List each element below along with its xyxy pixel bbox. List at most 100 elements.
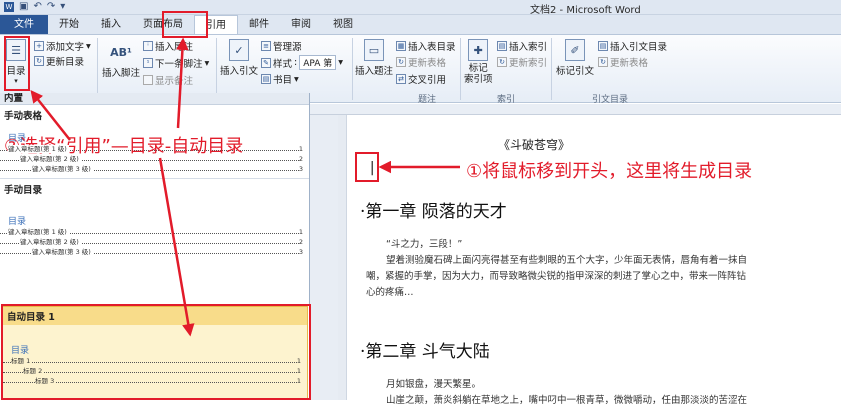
toc-preview-heading: 目录	[8, 217, 27, 227]
auto-toc-highlight-box	[1, 304, 311, 400]
tab-view[interactable]: 视图	[322, 15, 364, 34]
vertical-ruler[interactable]	[338, 115, 347, 400]
ribbon-tabs: 文件 开始 插入 页面布局 引用 邮件 审阅 视图	[0, 15, 841, 35]
show-notes-label: 显示备注	[155, 76, 194, 87]
tab-insert[interactable]: 插入	[90, 15, 132, 34]
add-text-icon: +	[34, 41, 44, 51]
next-footnote-label: 下一条脚注	[155, 59, 203, 70]
toc-line: 键入章标题(第 2 级) 2	[0, 237, 309, 247]
update-toa-label: 更新表格	[610, 58, 649, 69]
ch2-paragraph-line-2: 山崖之颠，萧炎斜躺在草地之上，嘴中叼中一根青草，微微嚼动，任由那淡淡的苦涩在	[386, 395, 748, 406]
manage-sources-icon: ≡	[261, 41, 271, 51]
save-icon[interactable]: ▣	[19, 1, 28, 12]
qat-dropdown-icon[interactable]: ▾	[60, 1, 65, 12]
chevron-down-icon: ▾	[204, 57, 210, 69]
document-margin	[310, 115, 338, 400]
ch1-paragraph-line-1: 望着测验魔石碑上面闪亮得甚至有些刺眼的五个大字，少年面无表情，唇角有着一抹自	[386, 255, 748, 266]
ch1-quote: “斗之力，三段！”	[386, 239, 463, 250]
insert-table-of-figures-label: 插入表目录	[408, 42, 456, 53]
tab-file[interactable]: 文件	[0, 15, 48, 34]
cursor-highlight-box	[355, 152, 379, 182]
insert-table-of-figures-button[interactable]: ▦ 插入表目录	[396, 39, 456, 53]
citation-icon: ✓	[229, 39, 249, 61]
insert-caption-label: 插入题注	[355, 66, 394, 77]
chapter-1-heading: ·第一章 陨落的天才	[360, 202, 507, 222]
ch1-paragraph-line-2: 嘲，紧握的手掌，因为大力，而导致略微尖锐的指甲深深的刺进了掌心之中，带来一阵阵钻	[366, 271, 747, 282]
insert-toa-icon: ▤	[598, 41, 608, 51]
update-index-label: 更新索引	[509, 58, 548, 69]
mark-citation-label: 标记引文	[556, 66, 595, 77]
insert-toa-button[interactable]: ▤ 插入引文目录	[598, 39, 667, 53]
quick-access-toolbar: W ▣ ↶ ↷ ▾	[4, 1, 65, 12]
update-toc-button[interactable]: ↻ 更新目录	[34, 54, 84, 68]
ribbon-separator	[551, 38, 552, 100]
table-of-figures-icon: ▦	[396, 41, 406, 51]
insert-footnote-button[interactable]: AB¹ 插入脚注	[102, 41, 141, 80]
next-footnote-button[interactable]: ¹ 下一条脚注 ▾	[143, 56, 209, 70]
bibliography-button[interactable]: ▤ 书目 ▾	[261, 72, 299, 86]
cross-reference-label: 交叉引用	[408, 75, 447, 86]
ribbon-separator	[352, 38, 353, 100]
tab-home[interactable]: 开始	[48, 15, 90, 34]
mark-entry-label: 标记 索引项	[464, 63, 493, 85]
manage-sources-label: 管理源	[273, 42, 302, 53]
footnote-icon: AB¹	[110, 45, 132, 59]
mark-entry-icon: ✚	[468, 39, 489, 61]
update-toc-label: 更新目录	[46, 57, 85, 68]
ch2-paragraph-line-1: 月如银盘，漫天繁星。	[386, 379, 482, 390]
toc-line: 键入章标题(第 1 级) 1	[0, 227, 309, 237]
ribbon-separator	[216, 38, 217, 100]
ribbon-separator	[460, 38, 461, 100]
tab-review[interactable]: 审阅	[280, 15, 322, 34]
update-table-button[interactable]: ↻ 更新表格	[396, 55, 446, 69]
insert-footnote-label: 插入脚注	[102, 68, 141, 79]
title-bar: W ▣ ↶ ↷ ▾ 文档2 - Microsoft Word	[0, 0, 841, 16]
mark-citation-button[interactable]: ✐ 标记引文	[556, 39, 594, 77]
update-index-button[interactable]: ↻ 更新索引	[497, 55, 547, 69]
horizontal-ruler[interactable]	[310, 104, 841, 115]
cross-reference-icon: ⇄	[396, 74, 406, 84]
insert-toa-label: 插入引文目录	[610, 42, 668, 53]
gallery-manual-toc-item[interactable]: 目录 键入章标题(第 1 级) 1 键入章标题(第 2 级) 2 键入章标题(第 3…	[0, 196, 309, 257]
mark-entry-button[interactable]: ✚ 标记 索引项	[464, 39, 493, 85]
show-notes-icon	[143, 75, 153, 85]
undo-icon[interactable]: ↶	[33, 1, 41, 12]
insert-citation-label: 插入引文	[220, 66, 259, 77]
chevron-down-icon: ▾	[338, 57, 344, 68]
annotation-step-1: ①将鼠标移到开头，这里将生成目录	[466, 161, 753, 182]
references-tab-highlight-box	[162, 11, 208, 38]
window-title: 文档2 - Microsoft Word	[530, 5, 641, 16]
toc-highlight-box	[4, 36, 30, 91]
insert-index-icon: ▤	[497, 41, 507, 51]
gallery-manual-table-title: 手动表格	[4, 111, 43, 122]
update-index-icon: ↻	[497, 57, 507, 67]
style-label: 样式	[273, 58, 293, 70]
style-selector[interactable]: ✎ 样式: APA 第 ▾	[261, 55, 343, 70]
mark-citation-icon: ✐	[565, 39, 585, 61]
add-text-label: 添加文字	[46, 42, 85, 53]
add-text-button[interactable]: + 添加文字 ▾	[34, 39, 91, 53]
document-title: 《斗破苍穹》	[498, 138, 571, 152]
update-toa-icon: ↻	[598, 57, 608, 67]
style-value[interactable]: APA 第	[299, 55, 337, 70]
insert-caption-button[interactable]: ▭ 插入题注	[355, 39, 393, 77]
bibliography-icon: ▤	[261, 74, 271, 84]
redo-icon[interactable]: ↷	[47, 1, 55, 12]
insert-endnote-label: 插入尾注	[155, 42, 194, 53]
word-logo-icon[interactable]: W	[4, 1, 14, 12]
gallery-manual-toc-title: 手动目录	[4, 185, 43, 196]
insert-endnote-button[interactable]: ⁱ 插入尾注	[143, 39, 193, 53]
update-table-icon: ↻	[396, 57, 406, 67]
tab-mailings[interactable]: 邮件	[238, 15, 280, 34]
update-table-label: 更新表格	[408, 58, 447, 69]
bibliography-label: 书目	[273, 75, 293, 86]
style-icon: ✎	[261, 57, 271, 68]
cross-reference-button[interactable]: ⇄ 交叉引用	[396, 72, 446, 86]
manage-sources-button[interactable]: ≡ 管理源	[261, 39, 302, 53]
show-notes-button[interactable]: 显示备注	[143, 73, 193, 87]
update-toa-button[interactable]: ↻ 更新表格	[598, 55, 648, 69]
caption-icon: ▭	[364, 39, 384, 61]
chevron-down-icon: ▾	[86, 40, 91, 52]
insert-citation-button[interactable]: ✓ 插入引文	[220, 39, 258, 77]
insert-index-button[interactable]: ▤ 插入索引	[497, 39, 547, 53]
